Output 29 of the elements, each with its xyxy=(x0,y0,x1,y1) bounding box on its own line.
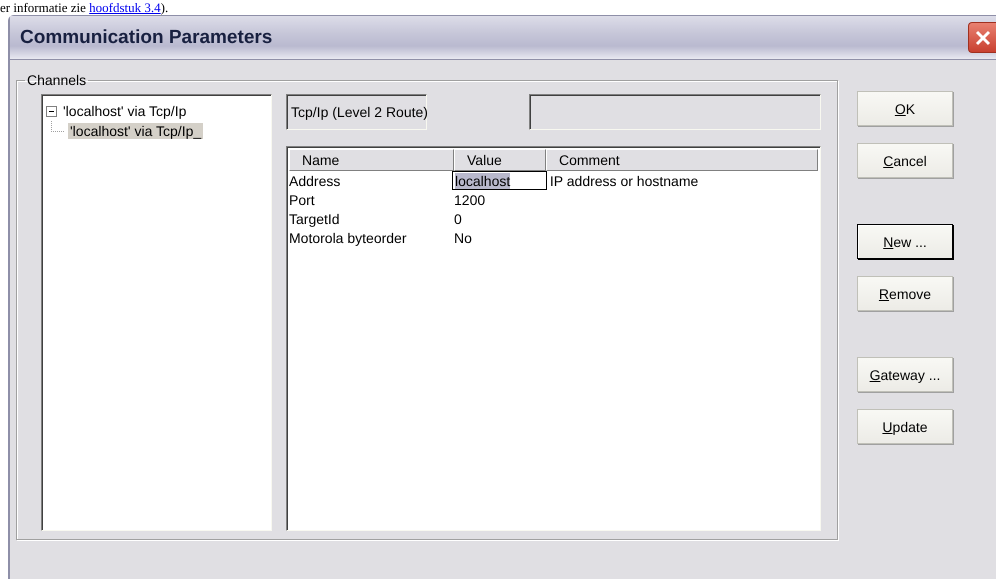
page-text: er informatie zie hoofdstuk 3.4). xyxy=(0,0,168,15)
dialog-button[interactable]: OK xyxy=(857,91,953,126)
window-title: Communication Parameters xyxy=(19,26,272,48)
table-cell-text: 0 xyxy=(454,210,463,226)
close-button[interactable] xyxy=(968,22,996,53)
dialog-button[interactable]: Remove xyxy=(857,276,953,311)
dialog-button[interactable]: New ... xyxy=(857,224,953,259)
table-cell-text: Port xyxy=(289,192,316,208)
table-cell-text: TargetId xyxy=(289,210,341,226)
chapter-link[interactable]: hoofdstuk 3.4 xyxy=(89,0,161,15)
collapse-icon[interactable] xyxy=(46,106,57,116)
table-cell-text: 1200 xyxy=(454,192,486,208)
column-header[interactable]: Name xyxy=(289,149,454,171)
dialog-button[interactable]: Gateway ... xyxy=(857,357,953,392)
value-input[interactable]: localhost xyxy=(452,171,547,190)
tree-item[interactable]: 'localhost' via Tcp/Ip xyxy=(61,103,188,119)
group-label: Channels xyxy=(26,72,88,88)
column-header[interactable]: Value xyxy=(454,149,546,171)
driver-field: Tcp/Ip (Level 2 Route) xyxy=(286,94,427,130)
table-cell-text: IP address or hostname xyxy=(548,172,700,188)
column-header[interactable]: Comment xyxy=(546,149,818,171)
close-icon xyxy=(974,28,992,46)
table-cell-text: Address xyxy=(289,172,342,188)
table-cell-text: Motorola byteorder xyxy=(289,230,408,246)
dialog-button[interactable]: Update xyxy=(857,409,953,444)
tree-item[interactable]: 'localhost' via Tcp/Ip_ xyxy=(68,123,204,139)
table-cell-text: No xyxy=(454,230,473,246)
dialog-button[interactable]: Cancel xyxy=(857,143,953,178)
tree-connector xyxy=(51,121,65,132)
